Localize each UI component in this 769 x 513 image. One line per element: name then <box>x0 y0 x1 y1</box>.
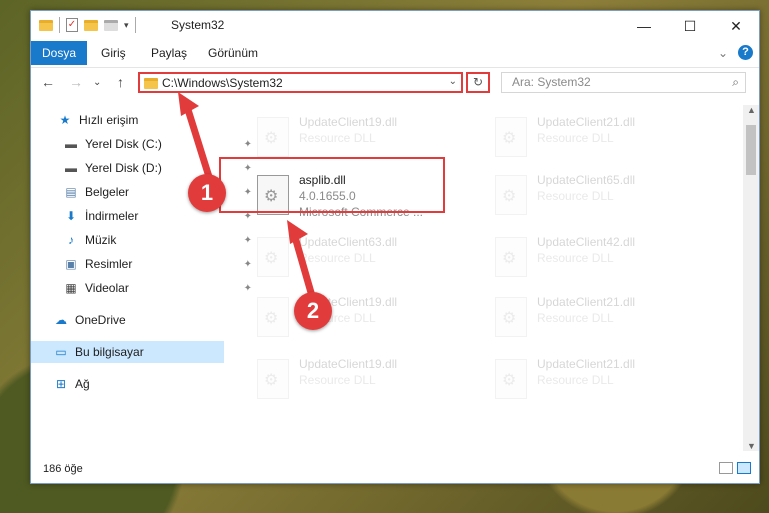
arrow-1-icon <box>181 98 214 182</box>
step-badge-1: 1 <box>188 174 226 212</box>
annotation-arrows <box>178 92 316 297</box>
step-badge-2: 2 <box>294 292 332 330</box>
